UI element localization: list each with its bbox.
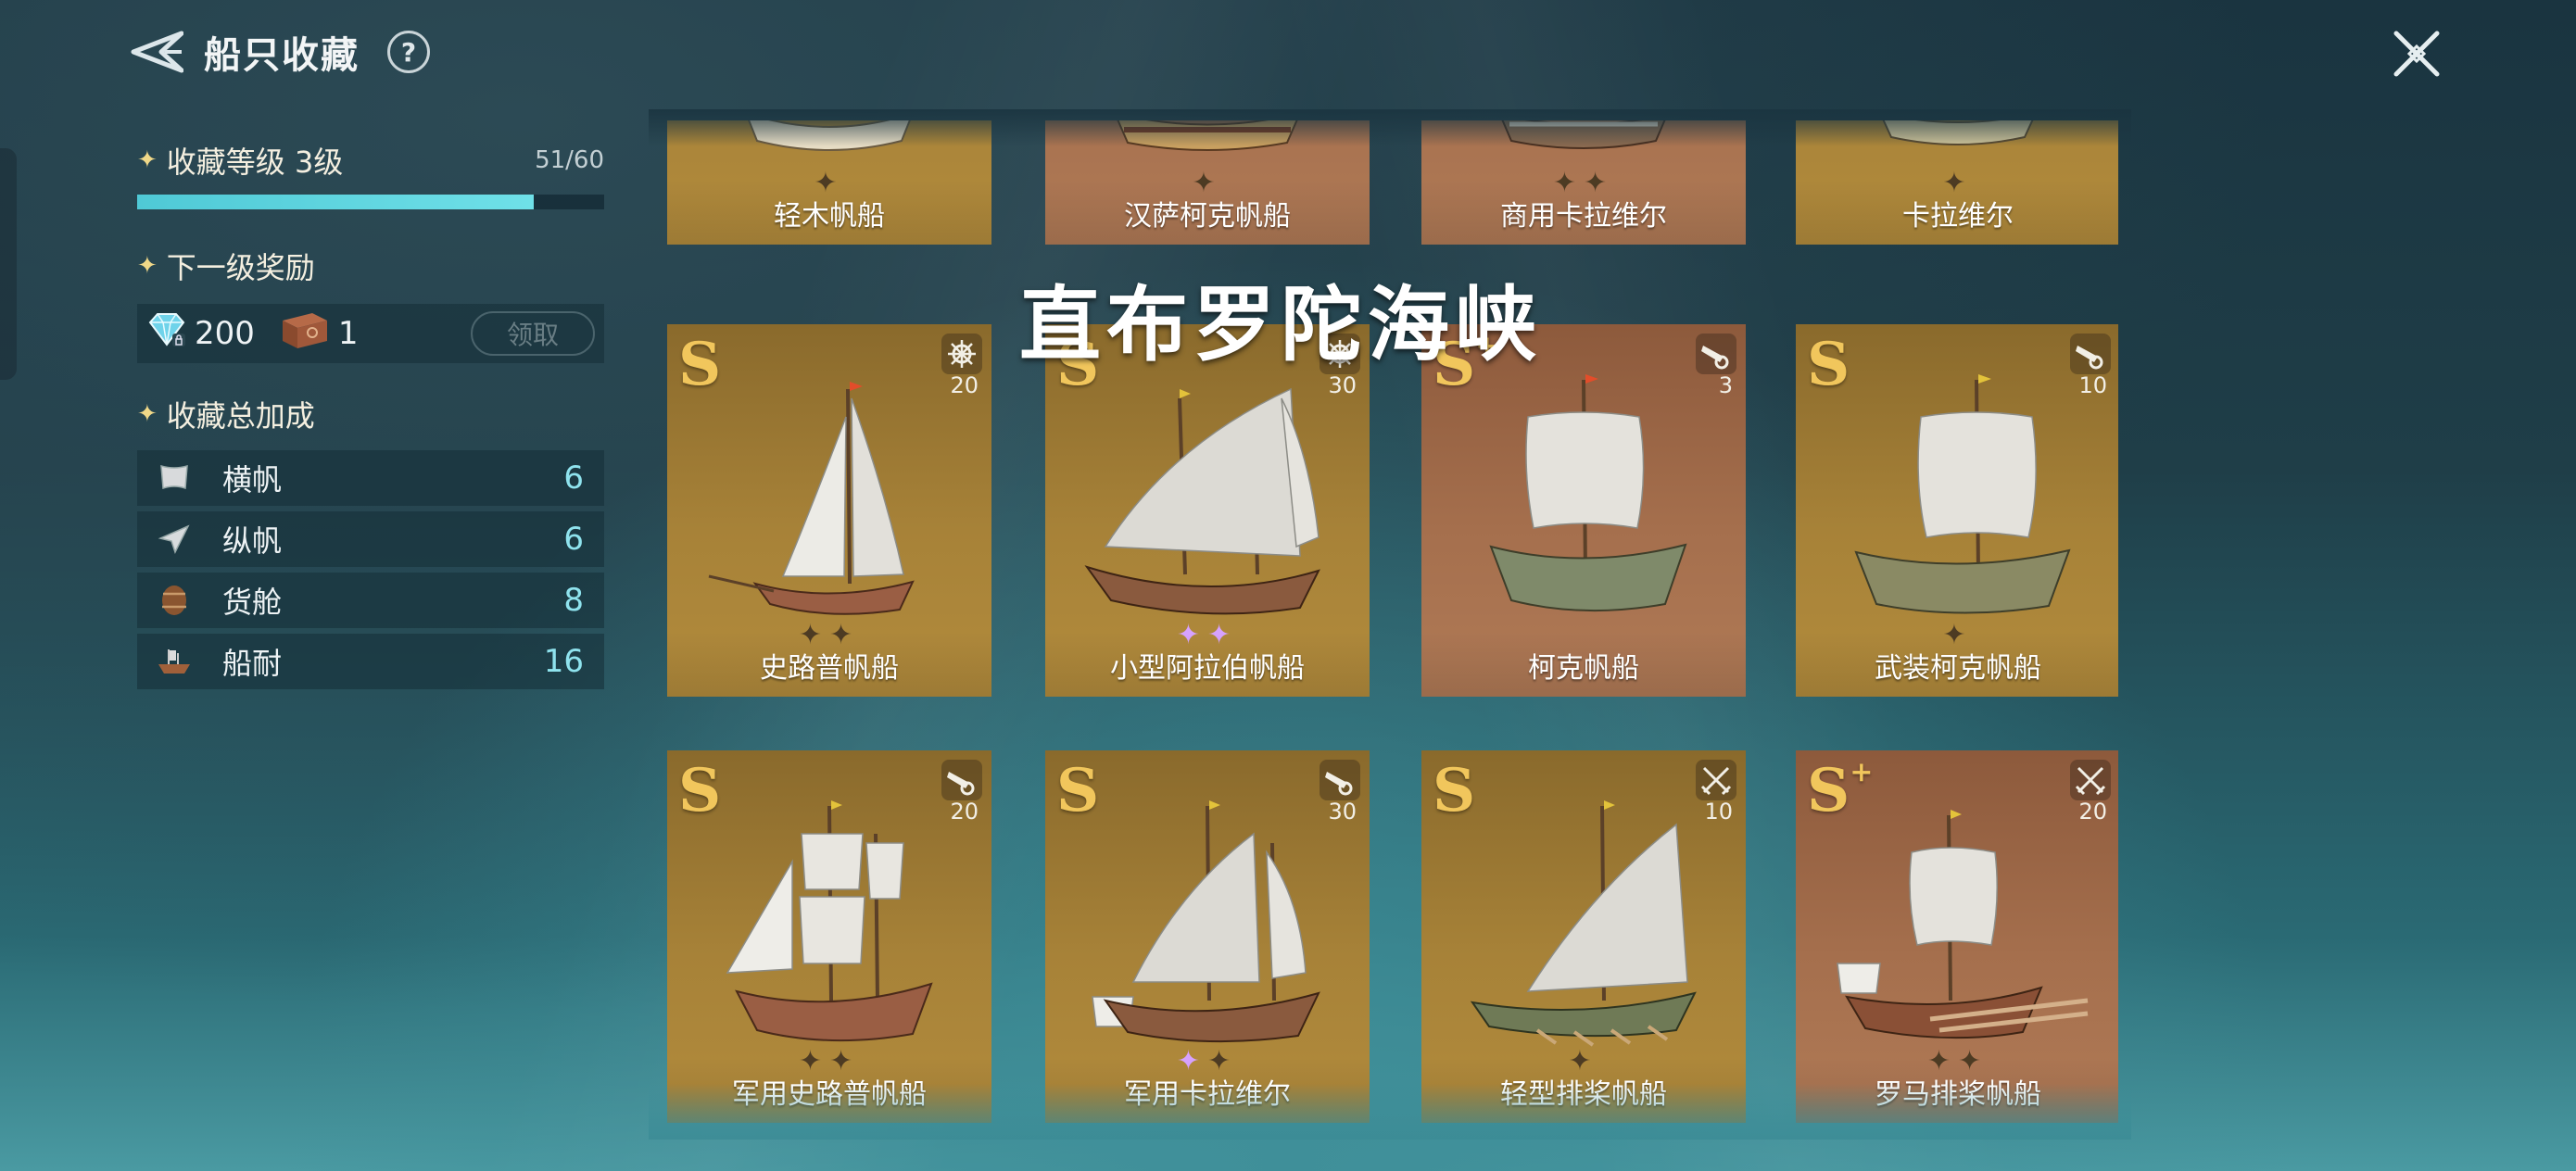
- ship-image: [1470, 800, 1697, 1047]
- ship-name: 军用卡拉维尔: [1124, 1078, 1291, 1111]
- ship-name: 军用史路普帆船: [732, 1078, 927, 1111]
- sparkle-icon: ✦: [137, 400, 158, 428]
- bonus-row-square-sail: 横帆 6: [137, 450, 604, 506]
- collection-progress-bar: [137, 195, 604, 209]
- ship-card[interactable]: ✦✦ 商用卡拉维尔: [1421, 120, 1746, 245]
- location-banner: 直布罗陀海峡: [1019, 277, 1543, 372]
- chest-icon: [277, 308, 331, 360]
- page-title: 船只收藏: [204, 34, 360, 77]
- ship-name: 小型阿拉伯帆船: [1110, 652, 1305, 685]
- ship-card[interactable]: S 10 ✦ 轻型排桨帆船: [1421, 750, 1746, 1123]
- ship-card[interactable]: S 10 ✦ 武装柯克帆船: [1796, 324, 2118, 697]
- bonus-label-text: 纵帆: [222, 523, 283, 559]
- ship-name: 柯克帆船: [1528, 652, 1639, 685]
- barrel-icon: [154, 580, 195, 621]
- ship-name: 武装柯克帆船: [1875, 652, 2041, 685]
- collection-level: ✦ 收藏等级 3级: [137, 139, 343, 182]
- ship-image: [1092, 800, 1320, 1043]
- ship-name: 史路普帆船: [760, 652, 899, 685]
- bonus-row-durability: 船耐 16: [137, 634, 604, 689]
- ship-name: 卡拉维尔: [1902, 200, 2014, 233]
- reward-chest-amount: 1: [337, 315, 359, 352]
- ship-image: [748, 120, 911, 151]
- collection-progress-fill: [137, 195, 535, 209]
- ship-image: [1117, 120, 1298, 151]
- ship-card[interactable]: S+ 3 柯克帆船: [1421, 324, 1746, 697]
- ship-image: [726, 800, 933, 1042]
- bonus-header: ✦ 收藏总加成: [137, 393, 604, 435]
- ship-image: [708, 382, 915, 615]
- bonus-row-cargo: 货舱 8: [137, 573, 604, 628]
- back-arrow-icon[interactable]: [126, 22, 185, 82]
- fore-aft-sail-icon: [154, 519, 195, 560]
- ship-hull-icon: [154, 641, 195, 682]
- ship-image: [1489, 374, 1687, 612]
- ship-name: 轻木帆船: [774, 200, 885, 233]
- next-reward-header: ✦ 下一级奖励: [137, 245, 604, 287]
- ship-name: 汉萨柯克帆船: [1124, 200, 1291, 233]
- ship-image: [1882, 120, 2034, 145]
- side-drawer-handle[interactable]: [0, 148, 17, 380]
- ship-image: [1501, 120, 1666, 149]
- bonus-label-text: 货舱: [222, 585, 283, 620]
- bonus-value: 6: [563, 460, 584, 497]
- sparkle-icon: ✦: [137, 146, 158, 174]
- ship-card[interactable]: ✦ 卡拉维尔: [1796, 120, 2118, 245]
- ship-card[interactable]: S 20 ✦✦ 军用史路普帆船: [667, 750, 991, 1123]
- collection-panel: ✦ 收藏等级 3级 51/60 ✦ 下一级奖励 200 1 领取 ✦ 收藏总加成…: [137, 139, 604, 695]
- ship-image: [1854, 374, 2071, 614]
- ship-image: [1837, 810, 2089, 1039]
- bonus-value: 16: [543, 643, 584, 680]
- help-icon[interactable]: ?: [387, 31, 430, 73]
- bonus-list: 横帆 6 纵帆 6 货舱 8 船耐 16: [137, 450, 604, 689]
- collection-level-count: 51/60: [535, 146, 604, 174]
- diamond-icon: [146, 311, 187, 357]
- bonus-label-text: 横帆: [222, 462, 283, 497]
- header: 船只收藏 ?: [126, 15, 430, 89]
- square-sail-icon: [154, 458, 195, 498]
- ship-card[interactable]: S 20 ✦✦ 史路普帆船: [667, 324, 991, 697]
- ship-name: 罗马排桨帆船: [1875, 1078, 2041, 1111]
- close-icon[interactable]: [2387, 24, 2446, 83]
- ship-card[interactable]: S 30 ✦✦ 军用卡拉维尔: [1045, 750, 1370, 1123]
- ship-card[interactable]: ✦ 轻木帆船: [667, 120, 991, 245]
- ship-name: 商用卡拉维尔: [1500, 200, 1667, 233]
- next-reward-label: 下一级奖励: [166, 250, 315, 285]
- sparkle-icon: ✦: [137, 252, 158, 280]
- bonus-row-fore-aft-sail: 纵帆 6: [137, 511, 604, 567]
- reward-diamond-amount: 200: [195, 315, 255, 352]
- bonus-value: 6: [563, 521, 584, 558]
- reward-row: 200 1 领取: [137, 304, 604, 363]
- ship-name: 轻型排桨帆船: [1500, 1078, 1667, 1111]
- bonus-label-text: 船耐: [222, 646, 283, 681]
- claim-button[interactable]: 领取: [471, 311, 595, 356]
- ship-card[interactable]: S+ 20 ✦✦ 罗马排桨帆船: [1796, 750, 2118, 1123]
- ship-card[interactable]: ✦ 汉萨柯克帆船: [1045, 120, 1370, 245]
- ship-image: [1084, 387, 1320, 615]
- ship-card[interactable]: S 30 ✦✦ 小型阿拉伯帆船: [1045, 324, 1370, 697]
- collection-level-label: 收藏等级 3级: [166, 145, 344, 180]
- bonus-value: 8: [563, 582, 584, 619]
- bonus-label: 收藏总加成: [166, 398, 315, 434]
